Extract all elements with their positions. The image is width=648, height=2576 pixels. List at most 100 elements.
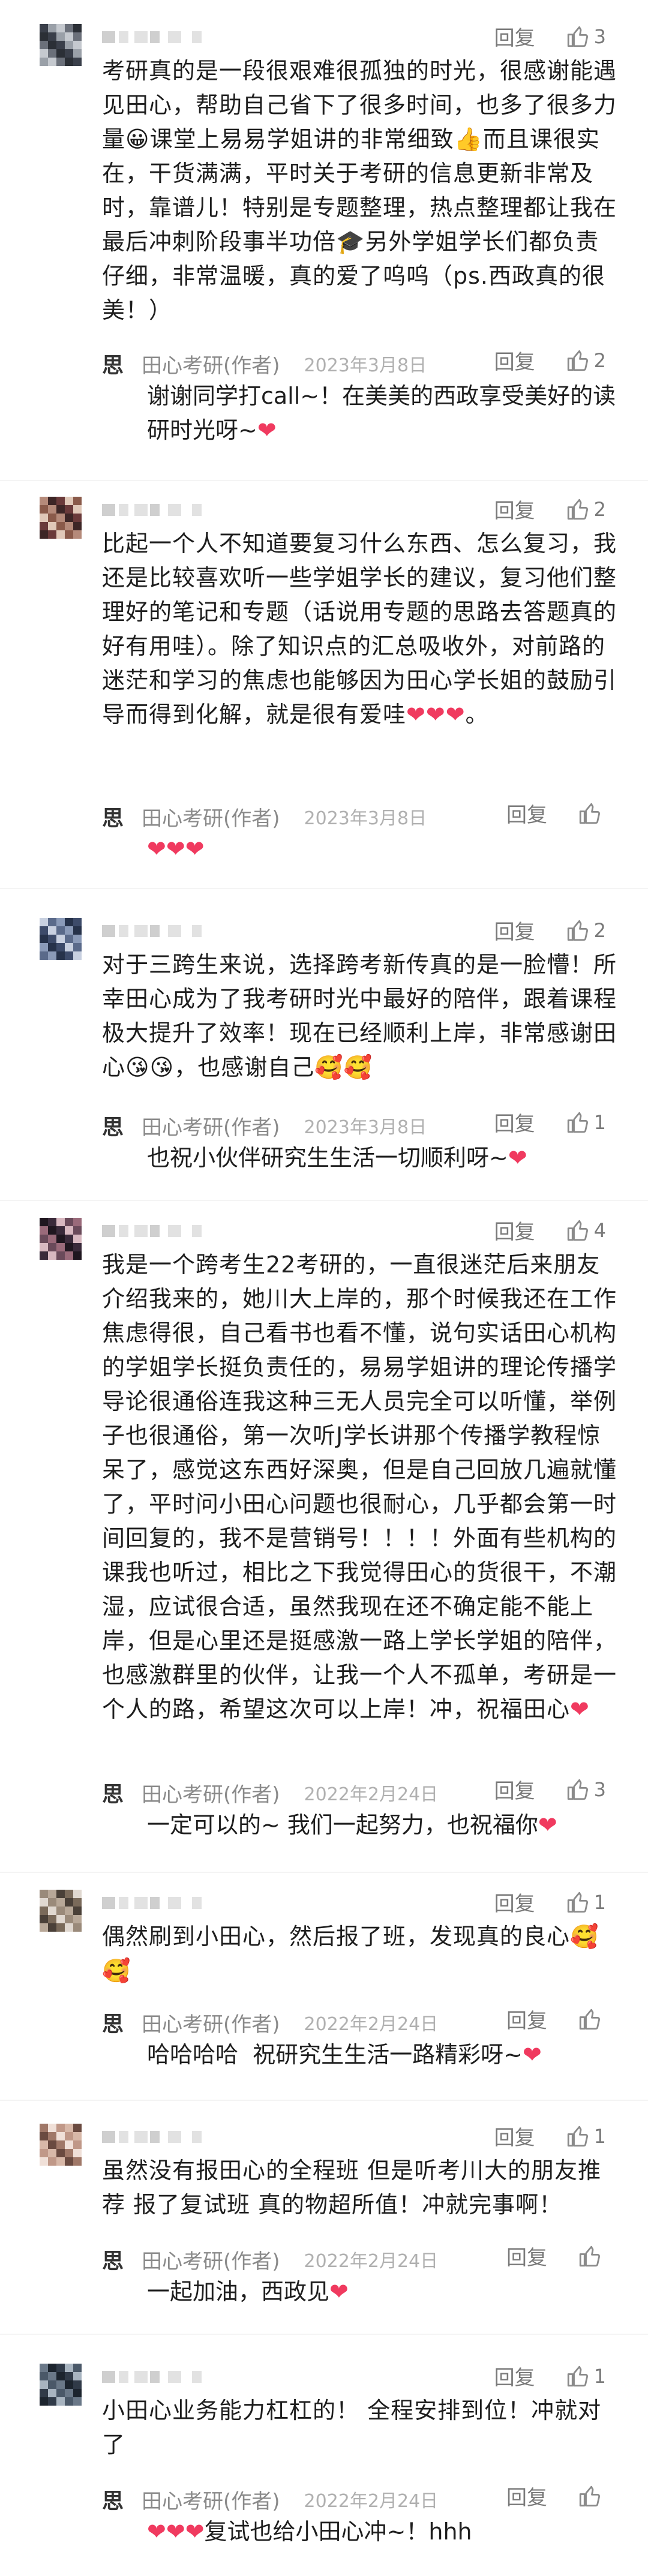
comment-text: 比起一个人不知道要复习什么东西、怎么复习，我还是比较喜欢听一些学姐学长的建议，复… (102, 530, 617, 728)
divider (0, 2100, 648, 2101)
avatar[interactable] (40, 1890, 82, 1932)
reply-button[interactable]: 回复 (506, 798, 547, 828)
author-reply-header: 思田心考研(作者) 2022年2月24日 (102, 1777, 612, 1808)
author-reply-header: 思田心考研(作者) 2022年2月24日 (102, 2484, 612, 2515)
like-button[interactable]: 4 (565, 1218, 606, 1243)
divider (0, 888, 648, 889)
comment-actions: 回复 4 (494, 1215, 606, 1245)
comment-text: 对于三跨生来说，选择跨考新传真的是一脸懵！所幸田心成为了我考研时光中最好的陪伴，… (102, 951, 617, 1080)
comment-text: 小田心业务能力杠杠的！ 全程安排到位！冲就对了 (102, 2397, 602, 2458)
avatar[interactable] (40, 497, 82, 539)
author-reply-header: 思田心考研(作者) 2023年3月8日 (102, 801, 612, 832)
comment-actions: 回复 3 (494, 1775, 606, 1804)
like-button[interactable]: 2 (565, 918, 606, 943)
thumbs-up-icon (577, 801, 606, 826)
author-name: 田心考研(作者) (142, 1782, 280, 1807)
comment-actions: 回复 1 (494, 2361, 606, 2391)
thumbs-up-icon (565, 348, 594, 373)
like-button[interactable]: 1 (565, 2364, 606, 2389)
reply-date: 2022年2月24日 (304, 1784, 439, 1805)
reply-date: 2022年2月24日 (304, 2251, 439, 2272)
thumbs-up-icon (565, 1777, 594, 1802)
like-button[interactable] (577, 2244, 606, 2269)
avatar[interactable] (40, 2124, 82, 2166)
reply-button[interactable]: 回复 (494, 1775, 535, 1804)
author-reply-header: 思田心考研(作者) 2023年3月8日 (102, 1110, 612, 1141)
comment-actions: 回复 2 (494, 494, 606, 524)
comment-text: 偶然刷到小田心，然后报了班，发现真的良心🥰🥰 (102, 1923, 599, 1984)
author-reply-header: 思田心考研(作者) 2023年3月8日 (102, 348, 612, 379)
comment-item: 回复 1 偶然刷到小田心，然后报了班，发现真的良心🥰🥰 思田心考研(作者) 2022年2… (0, 0, 648, 2576)
thumbs-up-icon (565, 1110, 594, 1135)
comment-actions: 回复 1 (494, 1887, 606, 1917)
author-name: 田心考研(作者) (142, 2012, 280, 2037)
like-button[interactable]: 2 (565, 348, 606, 373)
comment-item: 回复 4 我是一个跨考生22考研的，一直很迷茫后来朋友介绍我来的，她川大上岸的，那个… (0, 0, 648, 2576)
author-reply-text: 谢谢同学打call~！在美美的西政享受美好的读研时光呀~❤ (147, 383, 616, 443)
reply-button[interactable]: 回复 (494, 346, 535, 375)
reply-button[interactable]: 回复 (494, 22, 535, 51)
username-blurred (102, 2371, 270, 2389)
author-reply-text: ❤❤❤复试也给小田心冲~！hhh (147, 2518, 472, 2545)
reply-button[interactable]: 回复 (494, 1107, 535, 1137)
author-name: 田心考研(作者) (142, 353, 280, 378)
reply-button[interactable]: 回复 (494, 2361, 535, 2391)
author-reply-header: 思田心考研(作者) 2022年2月24日 (102, 2007, 612, 2038)
reply-button[interactable]: 回复 (506, 2481, 547, 2511)
reply-button[interactable]: 回复 (506, 2241, 547, 2271)
divider (0, 1872, 648, 1873)
like-button[interactable]: 1 (565, 1110, 606, 1135)
reply-button[interactable]: 回复 (494, 494, 535, 524)
avatar[interactable] (40, 1218, 82, 1260)
like-count: 4 (593, 1218, 606, 1242)
avatar[interactable] (40, 918, 82, 960)
thumbs-up-icon (565, 918, 594, 943)
avatar[interactable] (40, 24, 82, 66)
thumbs-up-icon (565, 497, 594, 522)
reply-button[interactable]: 回复 (506, 2004, 547, 2034)
thumbs-up-icon (577, 2244, 606, 2269)
like-button[interactable]: 2 (565, 497, 606, 522)
reply-date: 2022年2月24日 (304, 2014, 439, 2035)
comment-item: 回复 2 比起一个人不知道要复习什么东西、怎么复习，我还是比较喜欢听一些学姐学长的建… (0, 0, 648, 2576)
reply-button[interactable]: 回复 (494, 1887, 535, 1917)
comment-actions: 回复 2 (494, 915, 606, 945)
avatar[interactable] (40, 2364, 82, 2406)
author-reply-text: 哈哈哈哈 祝研究生生活一路精彩呀~❤ (147, 2041, 542, 2068)
like-count: 1 (593, 1890, 606, 1914)
author-logo-icon: 思 (102, 1782, 124, 1807)
comment-actions: 回复 2 (494, 346, 606, 375)
like-button[interactable] (577, 2007, 606, 2032)
comment-text: 考研真的是一段很艰难很孤独的时光，很感谢能遇见田心，帮助自己省下了很多时间，也多… (102, 58, 617, 323)
like-count: 2 (593, 918, 606, 942)
author-name: 田心考研(作者) (142, 2249, 280, 2274)
divider (0, 2334, 648, 2335)
comment-actions: 回复 1 (494, 1107, 606, 1137)
author-name: 田心考研(作者) (142, 806, 280, 831)
reply-button[interactable]: 回复 (494, 1215, 535, 1245)
like-count: 1 (593, 1110, 606, 1134)
comment-text: 我是一个跨考生22考研的，一直很迷茫后来朋友介绍我来的，她川大上岸的，那个时候我… (102, 1251, 617, 1722)
like-count: 3 (593, 1778, 606, 1801)
like-button[interactable]: 1 (565, 1890, 606, 1915)
comment-actions: 回复 (506, 798, 606, 828)
author-reply-text: 一起加油，西政见❤ (147, 2278, 349, 2305)
reply-button[interactable]: 回复 (494, 915, 535, 945)
comment-actions: 回复 (506, 2241, 606, 2271)
username-blurred (102, 1897, 270, 1915)
like-button[interactable] (577, 2484, 606, 2509)
reply-button[interactable]: 回复 (494, 2121, 535, 2151)
like-button[interactable] (577, 801, 606, 826)
comment-actions: 回复 3 (494, 22, 606, 51)
like-count: 1 (593, 2364, 606, 2388)
comment-actions: 回复 (506, 2004, 606, 2034)
author-logo-icon: 思 (102, 1115, 124, 1140)
author-reply-text: 一定可以的~ 我们一起努力，也祝福你❤ (147, 1812, 557, 1838)
like-button[interactable]: 3 (565, 1777, 606, 1802)
like-button[interactable]: 3 (565, 24, 606, 49)
like-button[interactable]: 1 (565, 2124, 606, 2149)
username-blurred (102, 1225, 270, 1243)
author-logo-icon: 思 (102, 2012, 124, 2037)
author-logo-icon: 思 (102, 806, 124, 831)
author-reply-text: ❤❤❤ (147, 836, 205, 862)
